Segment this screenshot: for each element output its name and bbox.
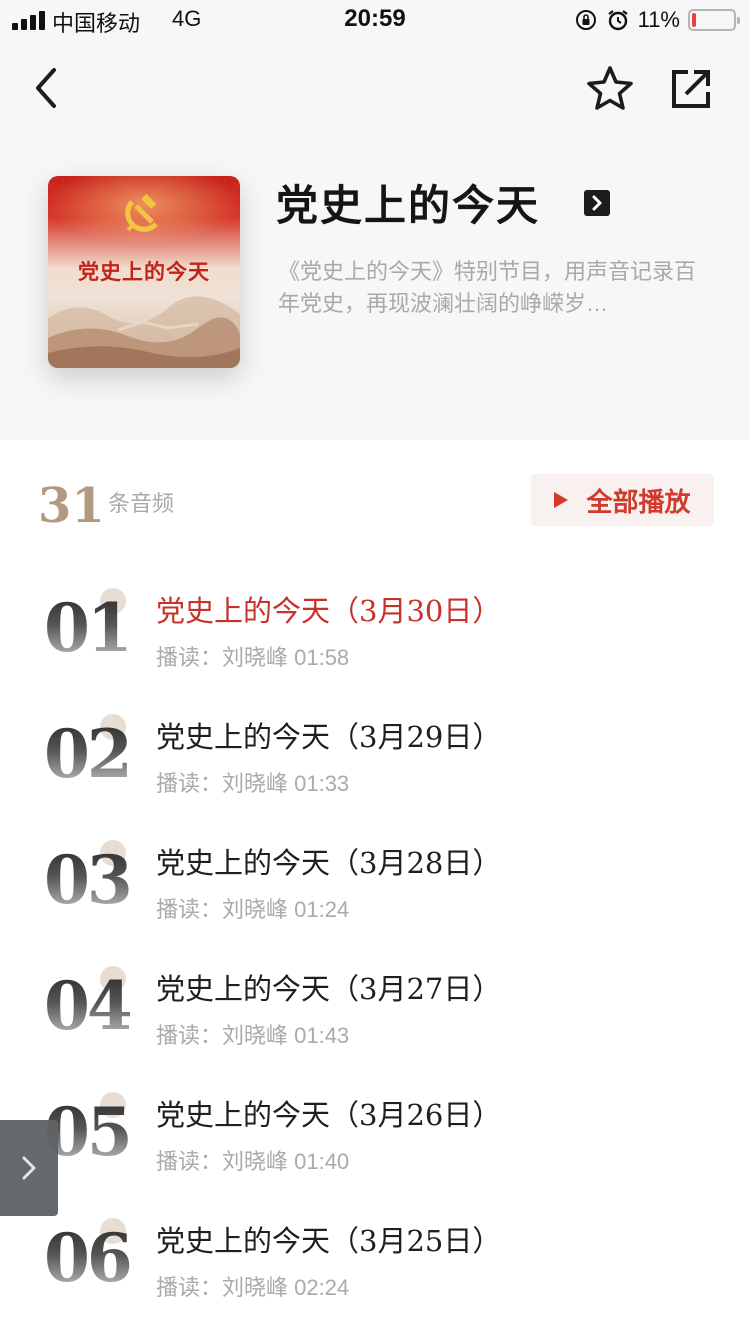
alarm-clock-icon: [606, 8, 630, 32]
episode-number: 06: [44, 1219, 133, 1297]
album-detail-button[interactable]: [584, 190, 610, 216]
episode-number: 04: [44, 967, 133, 1045]
episode-meta: 播读：刘晓峰 02:24: [156, 1275, 350, 1300]
episode-item[interactable]: 02 党史上的今天（3月29日） 播读：刘晓峰 01:33: [0, 714, 750, 824]
orientation-lock-icon: [574, 8, 598, 32]
battery-icon: [688, 9, 740, 31]
status-bar: 中国移动 4G 20:59 11%: [0, 0, 750, 40]
episode-meta: 播读：刘晓峰 01:40: [156, 1149, 350, 1174]
back-button[interactable]: [28, 62, 68, 114]
episode-title: 党史上的今天（3月27日）: [156, 972, 502, 1006]
side-drawer-tab[interactable]: [0, 1120, 58, 1216]
audio-count: 31: [38, 478, 105, 534]
episode-item[interactable]: 05 党史上的今天（3月26日） 播读：刘晓峰 01:40: [0, 1092, 750, 1202]
episode-title: 党史上的今天（3月26日）: [156, 1098, 502, 1132]
episode-title: 党史上的今天（3月25日）: [156, 1224, 502, 1258]
battery-level-fill: [692, 13, 697, 27]
play-all-button[interactable]: 全部播放: [531, 474, 714, 526]
party-emblem-icon: [125, 193, 158, 232]
mountain-wall-illustration: [48, 296, 240, 368]
episode-meta: 播读：刘晓峰 01:43: [156, 1023, 350, 1048]
star-outline-icon: [587, 66, 633, 110]
episode-title: 党史上的今天（3月29日）: [156, 720, 502, 754]
album-cover: 党史上的今天: [48, 176, 240, 368]
chevron-right-icon: [22, 1156, 36, 1180]
episode-meta: 播读：刘晓峰 01:24: [156, 897, 350, 922]
episode-item[interactable]: 06 党史上的今天（3月25日） 播读：刘晓峰 02:24: [0, 1218, 750, 1328]
episode-item[interactable]: 03 党史上的今天（3月28日） 播读：刘晓峰 01:24: [0, 840, 750, 950]
share-out-icon: [672, 70, 710, 108]
chevron-left-icon: [36, 68, 56, 108]
episode-number: 02: [44, 715, 133, 793]
episode-number: 01: [44, 589, 133, 667]
audio-count-label: 条音频: [108, 491, 175, 516]
episode-title: 党史上的今天（3月30日）: [156, 594, 502, 628]
battery-percentage: 11%: [637, 7, 680, 32]
play-all-label: 全部播放: [586, 486, 691, 517]
chevron-right-box-icon: [592, 195, 602, 211]
episode-item[interactable]: 04 党史上的今天（3月27日） 播读：刘晓峰 01:43: [0, 966, 750, 1076]
play-triangle-icon: [554, 492, 569, 508]
favorite-button[interactable]: [584, 64, 636, 114]
episode-meta: 播读：刘晓峰 01:58: [156, 645, 350, 670]
album-title[interactable]: 党史上的今天: [276, 172, 540, 233]
episode-meta: 播读：刘晓峰 01:33: [156, 771, 350, 796]
episode-title: 党史上的今天（3月28日）: [156, 846, 502, 880]
episode-number: 03: [44, 841, 133, 919]
album-description[interactable]: 《党史上的今天》特别节目，用声音记录百年党史，再现波澜壮阔的峥嵘岁…: [278, 256, 698, 324]
share-button[interactable]: [666, 64, 716, 114]
episode-item[interactable]: 01 党史上的今天（3月30日） 播读：刘晓峰 01:58: [0, 588, 750, 698]
